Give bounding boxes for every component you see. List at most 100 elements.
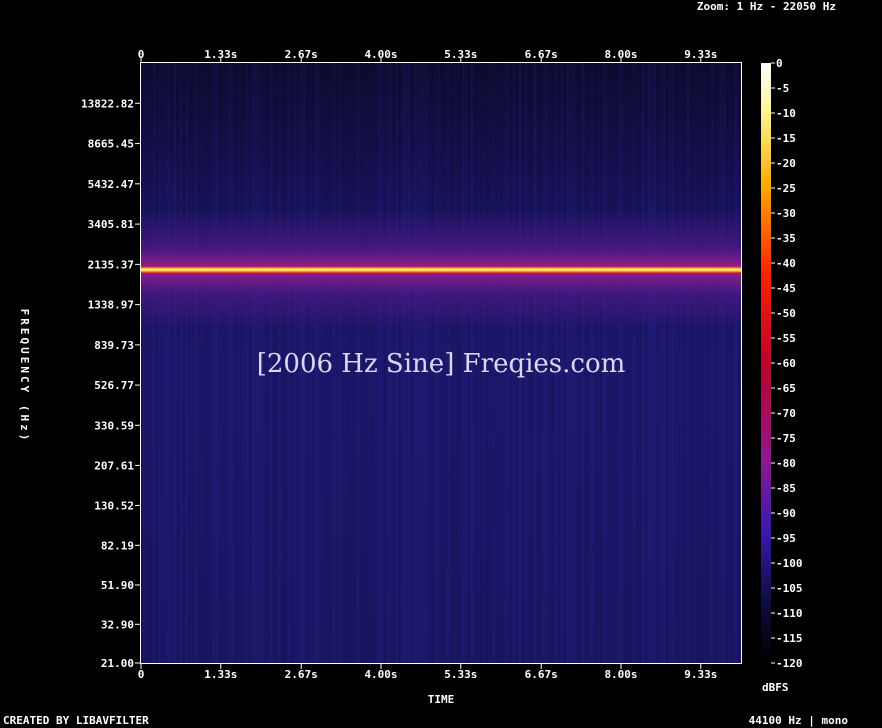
noise-column [225, 63, 227, 663]
noise-column [192, 63, 194, 663]
noise-column [645, 63, 647, 663]
noise-column [240, 63, 242, 663]
noise-column [186, 63, 188, 663]
noise-column [657, 63, 659, 663]
tone-line [141, 266, 741, 273]
x-tick-label-bottom: 2.67s [285, 668, 318, 681]
zoom-readout: Zoom: 1 Hz - 22050 Hz [697, 0, 836, 13]
noise-column [693, 63, 695, 663]
colorbar-tick-label: -95 [776, 532, 796, 545]
colorbar-tick-label: -25 [776, 182, 796, 195]
noise-column [630, 63, 632, 663]
noise-column [228, 63, 230, 663]
noise-column [162, 63, 164, 663]
x-tick-label-top: 6.67s [525, 48, 558, 61]
noise-column [717, 63, 719, 663]
colorbar-tick-label: -35 [776, 232, 796, 245]
colorbar-tick-label: -55 [776, 332, 796, 345]
colorbar-ticks: 0 -5 -10 -15 -20 -25 -30 -35 -40 -45 -50 -55 -60 -65 -… [771, 57, 803, 670]
noise-column [714, 63, 716, 663]
colorbar-tick-label: 0 [776, 57, 783, 70]
noise-column [669, 63, 671, 663]
x-tick-label-top: 4.00s [364, 48, 397, 61]
x-tick-label-bottom: 8.00s [604, 668, 637, 681]
y-tick-label: 5432.47 [88, 178, 134, 191]
noise-column [156, 63, 158, 663]
noise-column [213, 63, 215, 663]
colorbar-tick-label: -50 [776, 307, 796, 320]
colorbar-tick-label: -45 [776, 282, 796, 295]
y-axis: 13822.82 8665.45 5432.47 3405.81 2135.37 1338… [81, 97, 140, 670]
noise-column [171, 63, 173, 663]
colorbar-tick-label: -30 [776, 207, 796, 220]
noise-column [219, 63, 221, 663]
noise-column [246, 63, 248, 663]
noise-column [720, 63, 722, 663]
noise-column [636, 63, 638, 663]
noise-column [681, 63, 683, 663]
x-tick-label-bottom: 6.67s [525, 668, 558, 681]
noise-column [738, 63, 740, 663]
noise-column [189, 63, 191, 663]
x-tick-label-top: 9.33s [684, 48, 717, 61]
noise-column [726, 63, 728, 663]
format-readout: 44100 Hz | mono [749, 714, 849, 727]
noise-column [729, 63, 731, 663]
noise-column [660, 63, 662, 663]
colorbar-tick-label: -5 [776, 82, 789, 95]
colorbar-gradient [761, 63, 771, 663]
noise-column [177, 63, 179, 663]
noise-column [702, 63, 704, 663]
x-axis-top: 0 1.33s 2.67s 4.00s 5.33s 6.67s 8.00s 9.33s [138, 48, 717, 62]
y-tick-label: 526.77 [94, 379, 134, 392]
noise-column [633, 63, 635, 663]
y-tick-label: 82.19 [101, 539, 134, 552]
noise-column [627, 63, 629, 663]
noise-column [705, 63, 707, 663]
colorbar-tick-label: -75 [776, 432, 796, 445]
noise-column [723, 63, 725, 663]
colorbar-tick-label: -105 [776, 582, 803, 595]
colorbar-tick-label: -70 [776, 407, 796, 420]
noise-column [708, 63, 710, 663]
noise-column [150, 63, 152, 663]
x-tick-label-bottom: 1.33s [204, 668, 237, 681]
colorbar-tick-label: -110 [776, 607, 803, 620]
noise-column [147, 63, 149, 663]
colorbar-tick-label: -90 [776, 507, 796, 520]
x-tick-label-top: 2.67s [285, 48, 318, 61]
noise-column [687, 63, 689, 663]
noise-column [144, 63, 146, 663]
noise-column [678, 63, 680, 663]
noise-column [204, 63, 206, 663]
colorbar-tick-label: -100 [776, 557, 803, 570]
noise-column [174, 63, 176, 663]
noise-column [684, 63, 686, 663]
noise-column [183, 63, 185, 663]
colorbar-tick-label: -85 [776, 482, 796, 495]
x-tick-label-top: 0 [138, 48, 145, 61]
noise-column [195, 63, 197, 663]
x-tick-label-bottom: 9.33s [684, 668, 717, 681]
chart-title: [2006 Hz Sine] Freqies.com [257, 349, 626, 379]
noise-column [168, 63, 170, 663]
colorbar-tick-label: -15 [776, 132, 796, 145]
y-tick-label: 32.90 [101, 618, 134, 631]
noise-column [732, 63, 734, 663]
noise-column [201, 63, 203, 663]
noise-column [159, 63, 161, 663]
noise-column [210, 63, 212, 663]
noise-column [198, 63, 200, 663]
x-tick-label-top: 5.33s [444, 48, 477, 61]
noise-column [690, 63, 692, 663]
creator-credit: CREATED BY LIBAVFILTER [3, 714, 149, 727]
colorbar: 0 -5 -10 -15 -20 -25 -30 -35 -40 -45 -50 -55 -60 -65 -… [761, 57, 803, 694]
noise-column [672, 63, 674, 663]
colorbar-tick-label: -10 [776, 107, 796, 120]
colorbar-tick-label: -115 [776, 632, 803, 645]
noise-column [699, 63, 701, 663]
spectrogram-figure: Zoom: 1 Hz - 22050 Hz CREATED BY LIBAVFI… [3, 0, 849, 727]
noise-column [207, 63, 209, 663]
colorbar-tick-label: -80 [776, 457, 796, 470]
noise-column [666, 63, 668, 663]
